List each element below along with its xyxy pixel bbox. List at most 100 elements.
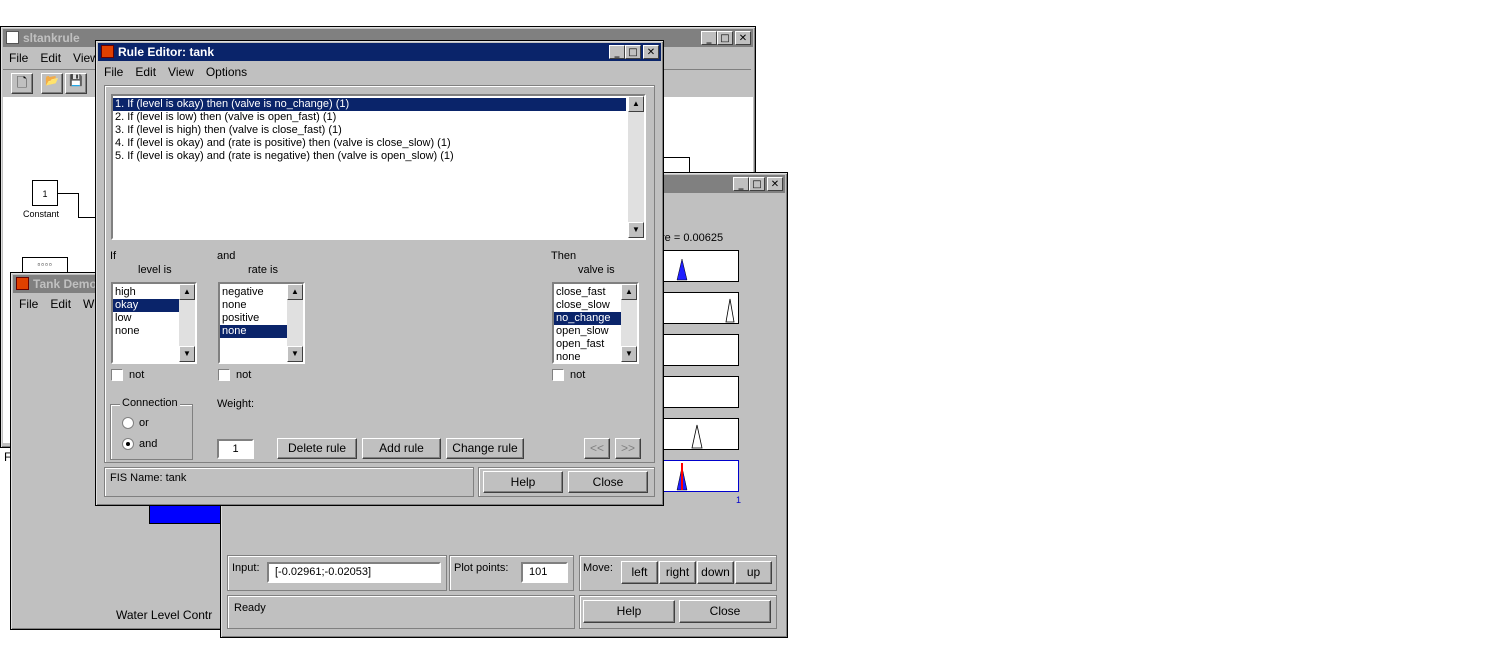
next-button[interactable]: >> [615, 438, 641, 459]
change-rule-button[interactable]: Change rule [446, 438, 524, 459]
close-icon[interactable]: ✕ [643, 45, 659, 59]
rate-scrollbar[interactable]: ▲ ▼ [287, 284, 303, 362]
minimize-icon[interactable]: _ [701, 31, 717, 45]
rule-editor-title: Rule Editor: tank [118, 45, 215, 59]
rate-label: rate is [248, 264, 278, 276]
fis-name-label: FIS Name: tank [110, 472, 187, 484]
scroll-down-icon[interactable]: ▼ [287, 346, 303, 362]
then-label: Then [551, 250, 577, 262]
signal-line [58, 193, 79, 218]
level-scrollbar[interactable]: ▲ ▼ [179, 284, 195, 362]
valve-item[interactable]: no_change [554, 312, 621, 325]
menu-options[interactable]: Options [206, 63, 247, 81]
if-label: If [110, 250, 117, 262]
output-value-text: re = 0.00625 [661, 232, 724, 244]
move-right-button[interactable]: right [659, 561, 696, 584]
plot-points-field[interactable]: 101 [521, 562, 568, 583]
fragment-letter: F [4, 450, 12, 464]
menu-file[interactable]: File [104, 63, 123, 81]
mf-plot [657, 292, 739, 324]
rate-not-checkbox[interactable] [218, 369, 230, 381]
prev-button[interactable]: << [584, 438, 610, 459]
rate-item[interactable]: none [220, 325, 287, 338]
move-up-button[interactable]: up [735, 561, 772, 584]
open-folder-icon[interactable]: 📂 [41, 73, 63, 94]
valve-not-checkbox[interactable] [552, 369, 564, 381]
close-button[interactable]: Close [568, 471, 648, 493]
minimize-icon[interactable]: _ [733, 177, 749, 191]
rules-scrollbar[interactable]: ▲ ▼ [628, 96, 644, 238]
maximize-icon[interactable]: □ [717, 31, 733, 45]
menu-edit[interactable]: Edit [135, 63, 156, 81]
connection-or-radio[interactable] [122, 417, 134, 429]
level-list[interactable]: high okay low none ▲ ▼ [111, 282, 197, 364]
constant-block[interactable]: 1 [32, 180, 58, 206]
connection-and-radio[interactable] [122, 438, 134, 450]
rule-item[interactable]: 3. If (level is high) then (valve is clo… [113, 124, 644, 137]
level-label: level is [138, 264, 172, 276]
level-item[interactable]: okay [113, 299, 179, 312]
mf-plot [657, 334, 739, 366]
valve-list[interactable]: close_fast close_slow no_change open_slo… [552, 282, 639, 364]
sltankrule-title: sltankrule [23, 31, 80, 45]
move-left-button[interactable]: left [621, 561, 658, 584]
simulink-model-icon [6, 31, 19, 44]
menu-file[interactable]: File [9, 49, 28, 67]
move-down-button[interactable]: down [697, 561, 734, 584]
connection-and-label: and [139, 438, 158, 450]
scroll-up-icon[interactable]: ▲ [287, 284, 303, 300]
close-icon[interactable]: ✕ [767, 177, 783, 191]
input-label: Input: [232, 562, 260, 574]
input-field[interactable]: [-0.02961;-0.02053] [267, 562, 441, 583]
scroll-up-icon[interactable]: ▲ [628, 96, 644, 112]
rate-not-label: not [236, 369, 252, 381]
rule-item[interactable]: 2. If (level is low) then (valve is open… [113, 111, 644, 124]
connection-label: Connection [120, 397, 180, 409]
status-panel [227, 595, 575, 629]
maximize-icon[interactable]: □ [749, 177, 765, 191]
help-button[interactable]: Help [583, 600, 675, 623]
scroll-up-icon[interactable]: ▲ [179, 284, 195, 300]
mf-plot [657, 250, 739, 282]
rule-item[interactable]: 4. If (level is okay) and (rate is posit… [113, 137, 644, 150]
plot-points-label: Plot points: [454, 562, 509, 574]
new-icon[interactable]: 🗋 [11, 73, 33, 94]
help-button[interactable]: Help [483, 471, 563, 493]
rule-item[interactable]: 5. If (level is okay) and (rate is negat… [113, 150, 644, 163]
aggregate-output-plot [657, 460, 739, 492]
add-rule-button[interactable]: Add rule [362, 438, 441, 459]
close-icon[interactable]: ✕ [735, 31, 751, 45]
mux-block[interactable]: ▫▫▫▫ [22, 257, 68, 273]
delete-rule-button[interactable]: Delete rule [277, 438, 357, 459]
save-icon[interactable]: 💾 [65, 73, 87, 94]
connection-group [110, 404, 193, 460]
rule-editor-menubar: File Edit View Options [98, 63, 661, 81]
valve-label: valve is [578, 264, 615, 276]
rate-list[interactable]: negative none positive none ▲ ▼ [218, 282, 305, 364]
menu-edit[interactable]: Edit [40, 49, 61, 67]
menu-file[interactable]: File [19, 295, 38, 313]
level-not-label: not [129, 369, 145, 381]
constant-caption: Constant [23, 209, 60, 219]
rule-editor-titlebar[interactable]: Rule Editor: tank _ □ ✕ [98, 43, 661, 61]
rules-list[interactable]: 1. If (level is okay) then (valve is no_… [111, 94, 646, 240]
mf-plot [657, 376, 739, 408]
close-button[interactable]: Close [679, 600, 771, 623]
scroll-down-icon[interactable]: ▼ [179, 346, 195, 362]
minimize-icon[interactable]: _ [609, 45, 625, 59]
level-not-checkbox[interactable] [111, 369, 123, 381]
weight-field[interactable]: 1 [217, 439, 254, 459]
weight-label: Weight: [217, 398, 255, 410]
axis-tick: 1 [736, 495, 742, 505]
maximize-icon[interactable]: □ [625, 45, 641, 59]
connection-or-label: or [139, 417, 149, 429]
rule-item[interactable]: 1. If (level is okay) then (valve is no_… [113, 98, 626, 111]
move-label: Move: [583, 562, 613, 574]
scroll-up-icon[interactable]: ▲ [621, 284, 637, 300]
valve-scrollbar[interactable]: ▲ ▼ [621, 284, 637, 362]
scroll-down-icon[interactable]: ▼ [621, 346, 637, 362]
matlab-icon [16, 277, 29, 290]
menu-edit[interactable]: Edit [50, 295, 71, 313]
scroll-down-icon[interactable]: ▼ [628, 222, 644, 238]
menu-view[interactable]: View [168, 63, 194, 81]
